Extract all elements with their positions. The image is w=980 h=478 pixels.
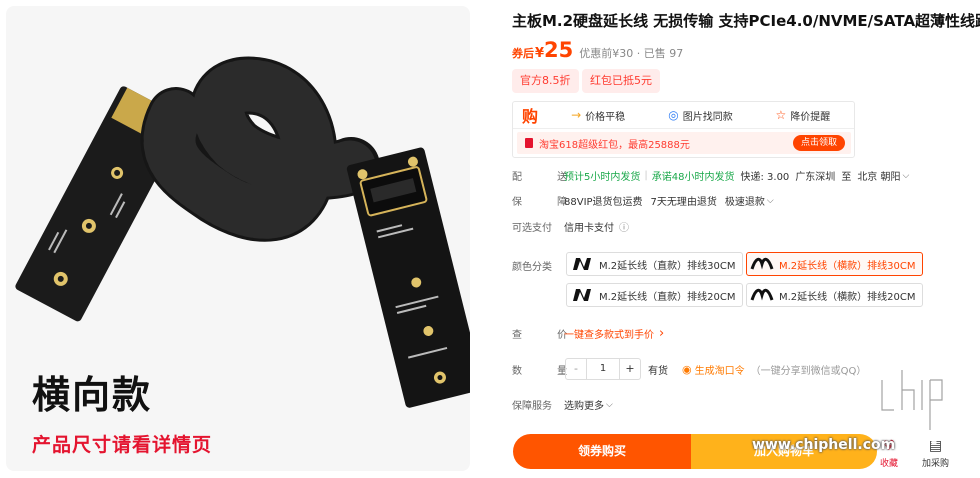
promo-subtext: 产品尺寸请看详情页 [32, 434, 213, 456]
discount-tag[interactable]: 官方8.5折 [512, 69, 579, 93]
ship-fast-text: 预计5小时内发货 [564, 172, 641, 183]
sku-option[interactable]: M.2延长线（直款）排线30CM [566, 252, 743, 276]
price-trend-label: 价格平稳 [585, 111, 626, 123]
ship-from: 广东深圳 [795, 172, 836, 183]
service-value[interactable]: 选购更多 [564, 397, 604, 412]
price-alert-label: 降价提醒 [790, 111, 831, 123]
claim-hongbao-button[interactable]: 点击领取 [792, 135, 845, 151]
chiphell-watermark-logo [879, 370, 945, 448]
ship-to-word: 至 [841, 172, 852, 183]
red-envelope-icon [525, 138, 533, 148]
chevron-down-icon: ⌵ [902, 170, 910, 181]
price-original-and-sold: 优惠前¥30 · 已售 97 [579, 47, 684, 60]
payment-label: 可选支付 [512, 223, 552, 234]
buy-with-coupon-button[interactable]: 领券购买 [513, 434, 691, 469]
price-row: 券后 ¥ 25 优惠前¥30 · 已售 97 [512, 38, 684, 62]
promo-headline: 横向款 [32, 373, 153, 417]
price-toolbox: 购 → 价格平稳 ◎ 图片找同款 ☆ 降价提醒 淘宝618超级红包，最高2588… [512, 101, 855, 158]
favorite-label: 收藏 [880, 459, 899, 469]
sku-option-selected[interactable]: M.2延长线（横款）排线30CM [746, 252, 923, 276]
quantity-extra: 有货 ◉ 生成淘口令 （一键分享到微信或QQ） [648, 362, 866, 377]
payment-value: 信用卡支付 [564, 223, 614, 234]
chevron-right-icon: › [659, 326, 665, 341]
product-title: 主板M.2硬盘延长线 无损传输 支持PCIe4.0/NVME/SATA超薄性线路… [512, 12, 980, 30]
compare-link[interactable]: 一键查多款式到手价 [564, 326, 654, 341]
sku-thumbnail [750, 288, 774, 301]
sku-option-label: M.2延长线（横款）排线20CM [779, 291, 916, 303]
payment-row: 可选支付 信用卡支付 ⓘ [512, 219, 629, 234]
taokouling-link[interactable]: 生成淘口令 [695, 362, 745, 377]
sku-label: 颜色分类 [512, 262, 552, 273]
star-icon: ☆ [775, 108, 787, 122]
share-hint: （一键分享到微信或QQ） [750, 366, 867, 377]
shipping-fee: 快递: 3.00 [740, 172, 790, 183]
chevron-down-icon: ⌵ [606, 399, 613, 410]
sku-option-label: M.2延长线（直款）排线20CM [599, 291, 736, 303]
shipping-row: 配 送 预计5小时内发货 | 承诺48小时内发货 快递: 3.00 广东深圳 至… [512, 168, 910, 183]
quantity-minus-button[interactable]: - [566, 359, 586, 379]
sku-thumbnail [573, 258, 591, 270]
sku-option-label: M.2延长线（横款）排线30CM [779, 260, 916, 272]
info-icon[interactable]: ⓘ [619, 219, 629, 234]
price-alert-button[interactable]: ☆ 降价提醒 [752, 108, 854, 123]
image-search-label: 图片找同款 [682, 111, 733, 123]
shipping-label: 配 送 [512, 172, 584, 183]
price-trend-button[interactable]: → 价格平稳 [547, 108, 649, 123]
guarantee-item: 7天无理由退货 [650, 197, 717, 208]
arrow-right-icon: → [571, 108, 582, 122]
image-search-button[interactable]: ◎ 图片找同款 [649, 108, 751, 123]
taokouling-icon: ◉ [682, 363, 692, 376]
sku-thumbnail [750, 257, 774, 270]
purchase-label: 加采购 [922, 459, 950, 469]
guarantee-label: 保 障 [512, 197, 584, 208]
service-label: 保障服务 [512, 401, 552, 412]
quantity-label-row: 数 量 [512, 362, 584, 377]
price-currency: ¥ [535, 46, 545, 61]
ship-promise-text: 承诺48小时内发货 [651, 172, 735, 183]
price-value: 25 [544, 38, 574, 62]
sku-option[interactable]: M.2延长线（直款）排线20CM [566, 283, 743, 307]
hongbao-text: 淘宝618超级红包，最高25888元 [539, 139, 690, 151]
gou-logo-icon: 购 [521, 107, 538, 126]
guarantee-item[interactable]: 极速退款 [725, 193, 765, 208]
sku-thumbnail [573, 289, 591, 301]
hongbao-tag[interactable]: 红包已抵5元 [582, 69, 660, 93]
ship-to-location[interactable]: 北京 朝阳 [857, 168, 900, 183]
guarantee-item: 88VIP退货包运费 [564, 197, 643, 208]
chevron-down-icon: ⌵ [766, 195, 774, 206]
service-row: 保障服务 选购更多 ⌵ [512, 397, 613, 413]
sku-option-label: M.2延长线（直款）排线30CM [599, 260, 736, 272]
sku-label-row: 颜色分类 [512, 258, 564, 273]
guarantee-row: 保 障 88VIP退货包运费 7天无理由退货 极速退款 ⌵ [512, 193, 774, 209]
price-label: 券后 [512, 47, 534, 60]
product-image-gallery[interactable]: 横向款 产品尺寸请看详情页 [6, 6, 470, 471]
quantity-stepper: - 1 + [565, 358, 641, 380]
watermark-url: www.chiphell.com [752, 437, 896, 453]
quantity-input[interactable]: 1 [586, 359, 620, 379]
compare-row: 查 价 一键查多款式到手价 › [512, 326, 664, 341]
stock-status: 有货 [648, 366, 668, 377]
hongbao-banner[interactable]: 淘宝618超级红包，最高25888元 点击领取 [517, 132, 851, 154]
image-search-icon: ◎ [668, 108, 679, 122]
quantity-label: 数 量 [512, 366, 584, 377]
sku-option[interactable]: M.2延长线（横款）排线20CM [746, 283, 923, 307]
quantity-plus-button[interactable]: + [620, 359, 640, 379]
compare-label: 查 价 [512, 330, 584, 341]
